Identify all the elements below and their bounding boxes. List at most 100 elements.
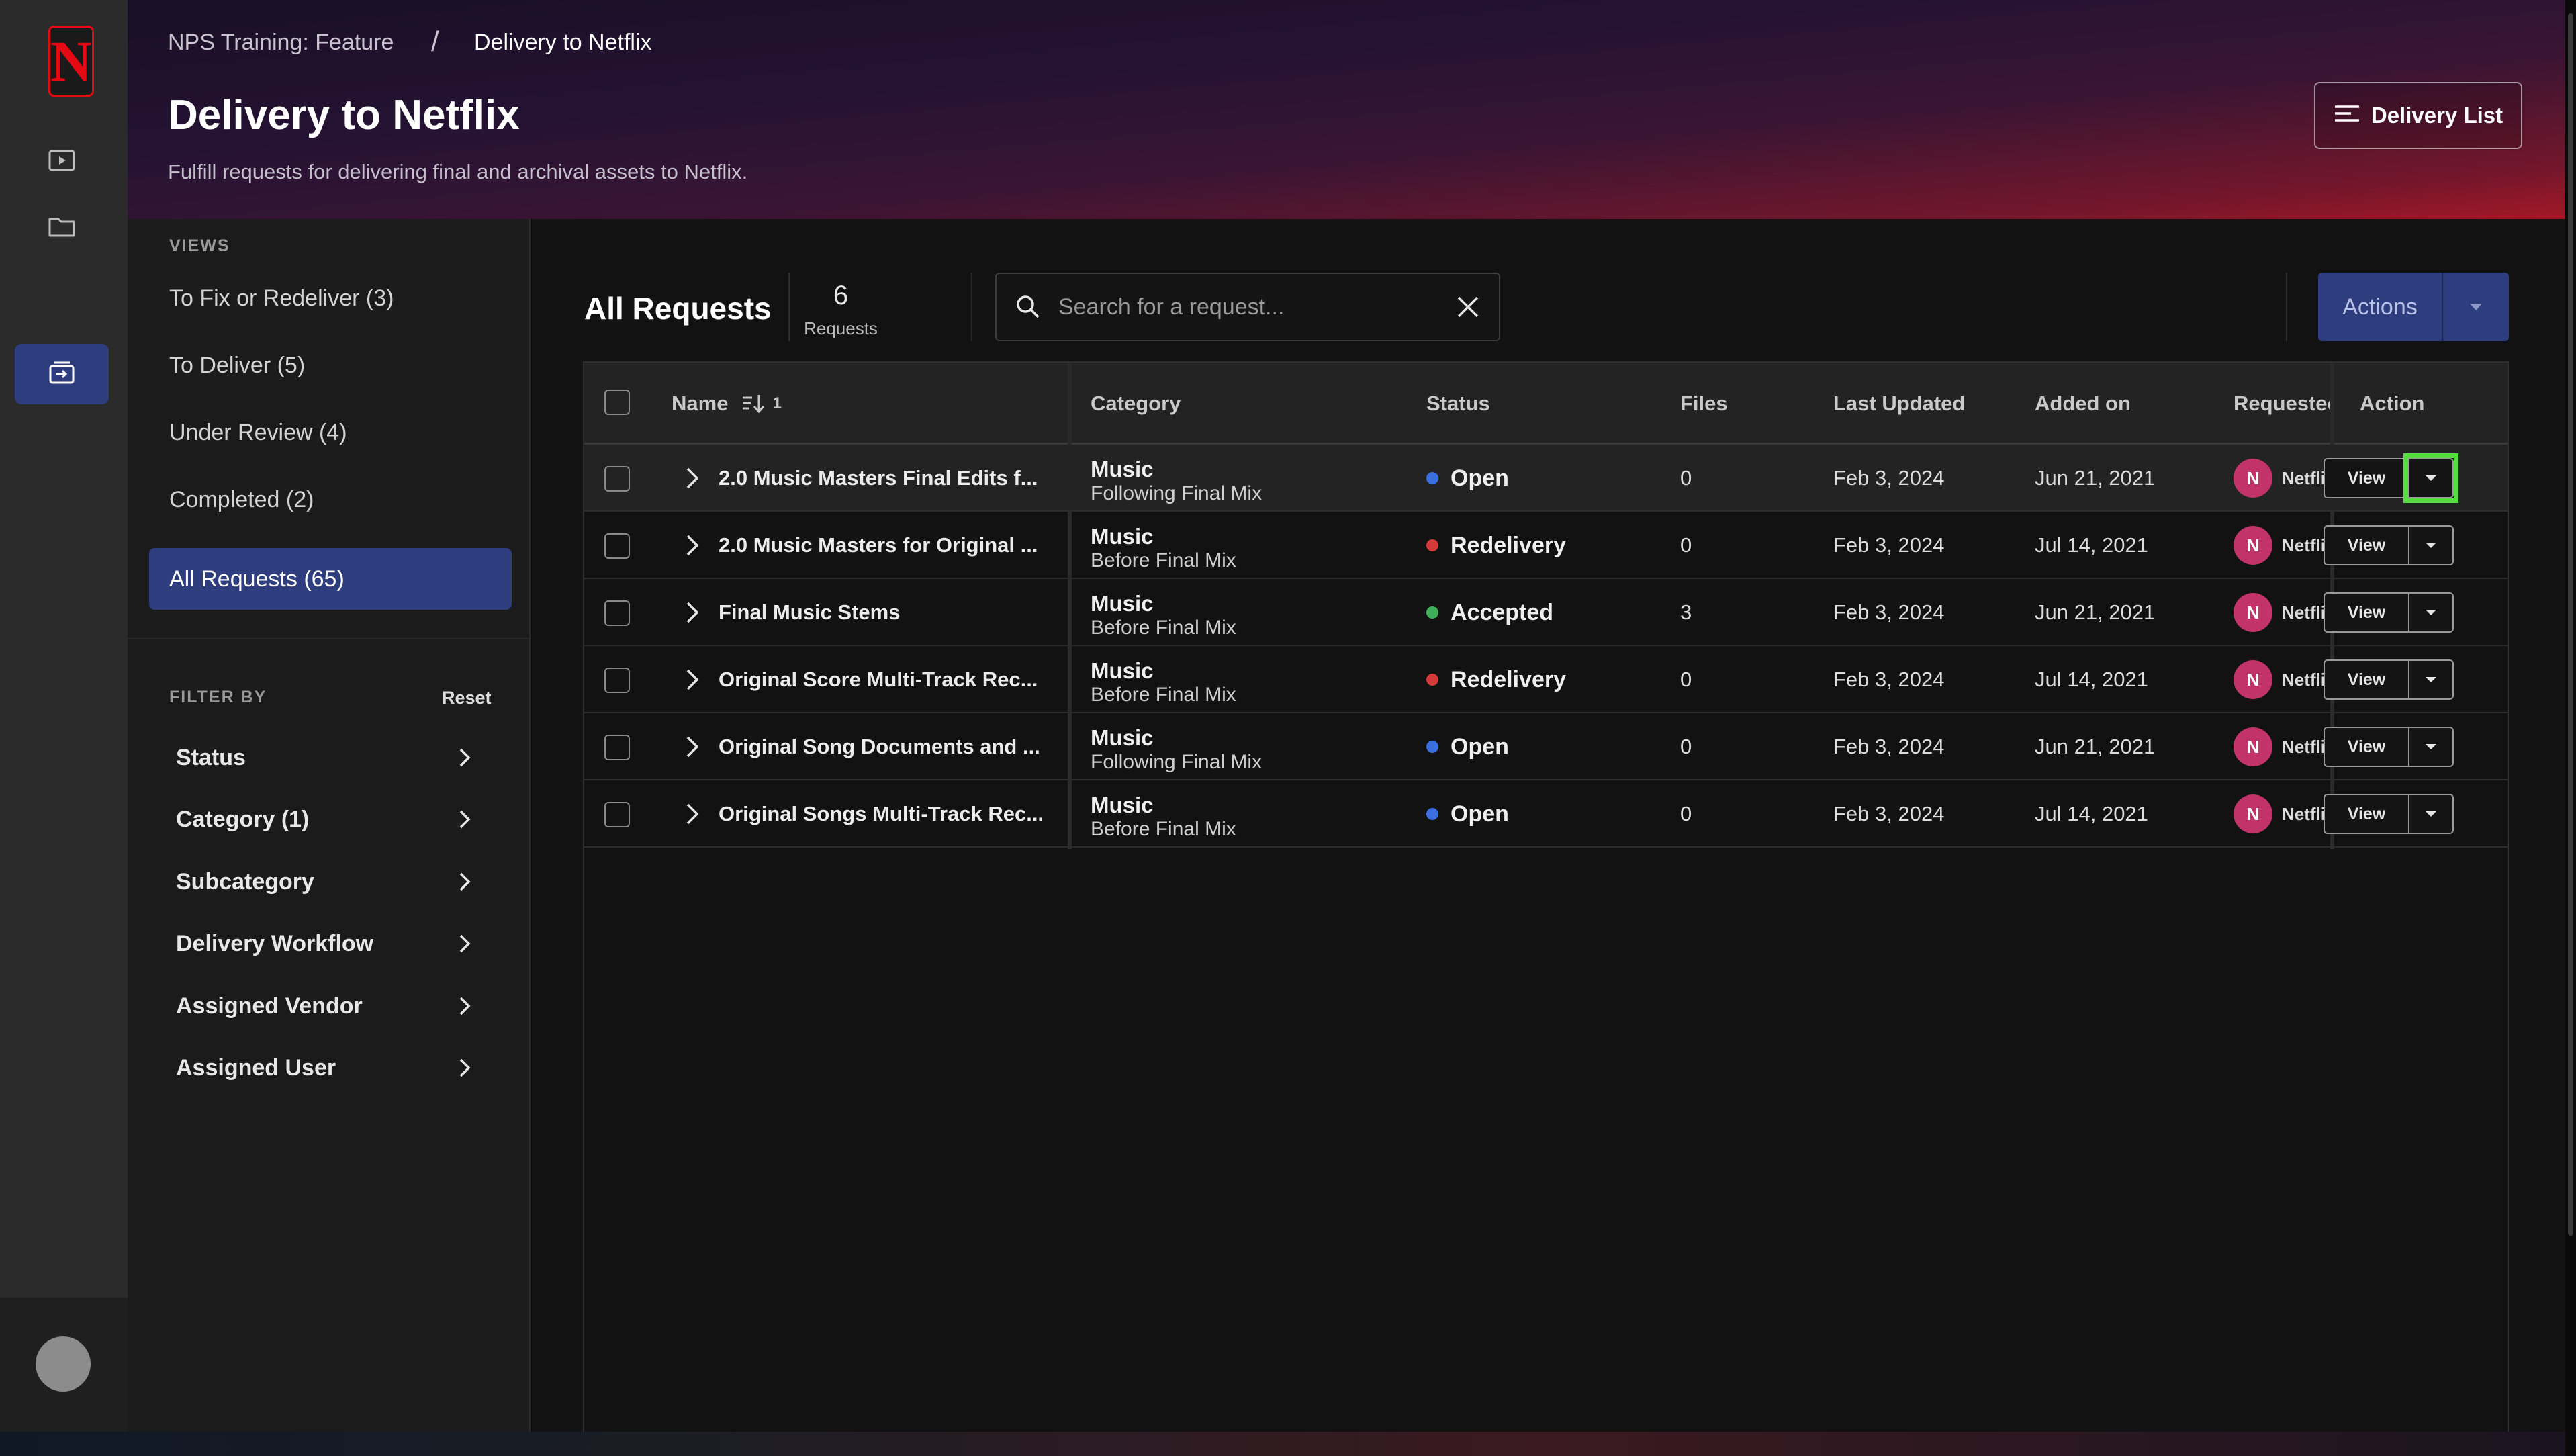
netflix-logo[interactable]: N (48, 26, 94, 97)
column-added-on[interactable]: Added on (2035, 363, 2131, 445)
delivery-nav-button[interactable] (15, 344, 109, 404)
caret-down-icon (2426, 811, 2436, 817)
column-requested[interactable]: Requestec (2234, 363, 2334, 445)
view-under-review[interactable]: Under Review (4) (149, 402, 512, 463)
subcategory-label: Before Final Mix (1091, 817, 1236, 840)
view-button[interactable]: View (2325, 459, 2409, 497)
view-to-deliver[interactable]: To Deliver (5) (149, 334, 512, 396)
column-status[interactable]: Status (1426, 363, 1490, 445)
play-icon[interactable] (47, 149, 77, 172)
filter-label: Category (1) (176, 806, 310, 832)
row-checkbox[interactable] (604, 735, 630, 760)
request-name[interactable]: 2.0 Music Masters for Original ... (719, 512, 1038, 579)
row-checkbox[interactable] (604, 600, 630, 626)
column-action-label: Action (2360, 392, 2425, 415)
filter-subcategory[interactable]: Subcategory (176, 862, 471, 902)
row-action-dropdown-button[interactable] (2409, 661, 2452, 698)
category-label: Music (1091, 792, 1154, 817)
sort-icon[interactable] (741, 394, 771, 414)
filter-assigned-vendor[interactable]: Assigned Vendor (176, 986, 471, 1026)
row-action-dropdown-button[interactable] (2409, 527, 2452, 564)
column-name[interactable]: Name 1 (672, 363, 782, 445)
column-files[interactable]: Files (1680, 363, 1728, 445)
search-input[interactable] (1058, 293, 1438, 320)
view-label: View (2347, 468, 2386, 488)
row-checkbox[interactable] (604, 802, 630, 827)
scrollbar-thumb[interactable] (2568, 13, 2573, 1236)
page-title: Delivery to Netflix (168, 92, 520, 138)
requester-avatar: N (2234, 727, 2272, 766)
folder-icon[interactable] (47, 215, 77, 238)
reset-filters-link[interactable]: Reset (442, 688, 492, 709)
last-updated: Feb 3, 2024 (1833, 735, 1945, 758)
view-label: View (2347, 737, 2386, 756)
row-action-dropdown-button[interactable] (2409, 728, 2452, 766)
status-cell: Redelivery (1426, 512, 1566, 579)
request-name[interactable]: Original Score Multi-Track Rec... (719, 646, 1038, 713)
requester-avatar: N (2234, 794, 2272, 833)
table-row[interactable]: Original Songs Multi-Track Rec... Music Be… (584, 780, 2508, 848)
table-row[interactable]: 2.0 Music Masters for Original ... Music B… (584, 512, 2508, 579)
view-button[interactable]: View (2325, 795, 2409, 833)
select-all-checkbox[interactable] (604, 390, 630, 415)
table-row[interactable]: Original Song Documents and ... Music Foll… (584, 713, 2508, 780)
table-row[interactable]: Final Music Stems Music Before Final Mix Ac… (584, 579, 2508, 646)
filter-status[interactable]: Status (176, 737, 471, 778)
column-last-updated[interactable]: Last Updated (1833, 363, 1965, 445)
status-dot (1426, 606, 1438, 619)
column-category[interactable]: Category (1091, 363, 1181, 445)
view-label: All Requests (65) (169, 565, 344, 592)
toolbar-divider (971, 273, 972, 341)
added-on: Jul 14, 2021 (2035, 533, 2148, 557)
sort-order-label: 1 (772, 394, 782, 412)
request-name[interactable]: Original Song Documents and ... (719, 713, 1040, 780)
status-dot (1426, 808, 1438, 820)
filter-assigned-user[interactable]: Assigned User (176, 1048, 471, 1088)
expand-row-icon[interactable] (682, 599, 702, 626)
category-label: Music (1091, 725, 1154, 750)
filter-label: Assigned Vendor (176, 993, 363, 1019)
search-box (995, 273, 1500, 341)
request-name[interactable]: Original Songs Multi-Track Rec... (719, 780, 1044, 848)
table-row[interactable]: Original Score Multi-Track Rec... Music Be… (584, 646, 2508, 713)
row-action-dropdown-button[interactable] (2409, 594, 2452, 631)
row-action-dropdown-button[interactable] (2409, 795, 2452, 833)
column-requested-label: Requestec (2234, 392, 2334, 415)
logo-letter: N (50, 29, 93, 93)
user-avatar[interactable] (36, 1336, 91, 1392)
view-all-requests[interactable]: All Requests (65) (149, 548, 512, 610)
row-checkbox[interactable] (604, 668, 630, 693)
actions-dropdown-button[interactable] (2443, 273, 2509, 341)
requester-avatar: N (2234, 526, 2272, 565)
view-button[interactable]: View (2325, 594, 2409, 631)
request-name[interactable]: 2.0 Music Masters Final Edits f... (719, 445, 1038, 512)
actions-button[interactable]: Actions (2318, 273, 2443, 341)
expand-row-icon[interactable] (682, 733, 702, 760)
view-to-fix[interactable]: To Fix or Redeliver (3) (149, 267, 512, 329)
breadcrumb-parent[interactable]: NPS Training: Feature (168, 30, 394, 56)
row-action-dropdown-button[interactable] (2403, 453, 2458, 503)
request-name[interactable]: Final Music Stems (719, 579, 900, 646)
status-cell: Open (1426, 445, 1509, 512)
row-action-split-button: View (2324, 525, 2454, 565)
filter-delivery-workflow[interactable]: Delivery Workflow (176, 923, 471, 964)
view-button[interactable]: View (2325, 661, 2409, 698)
expand-row-icon[interactable] (682, 801, 702, 827)
filter-category[interactable]: Category (1) (176, 799, 471, 839)
expand-row-icon[interactable] (682, 666, 702, 693)
delivery-list-button[interactable]: Delivery List (2314, 82, 2522, 149)
views-heading: VIEWS (169, 236, 230, 255)
view-label: Completed (2) (169, 486, 314, 512)
view-completed[interactable]: Completed (2) (149, 469, 512, 531)
sidebar-divider (128, 638, 531, 639)
column-action: Action (2360, 363, 2424, 445)
chevron-right-icon (459, 810, 471, 829)
expand-row-icon[interactable] (682, 465, 702, 492)
table-row[interactable]: 2.0 Music Masters Final Edits f... Music F… (584, 445, 2508, 512)
expand-row-icon[interactable] (682, 532, 702, 559)
clear-search-icon[interactable] (1456, 295, 1480, 319)
view-button[interactable]: View (2325, 728, 2409, 766)
view-button[interactable]: View (2325, 527, 2409, 564)
row-checkbox[interactable] (604, 466, 630, 492)
row-checkbox[interactable] (604, 533, 630, 559)
